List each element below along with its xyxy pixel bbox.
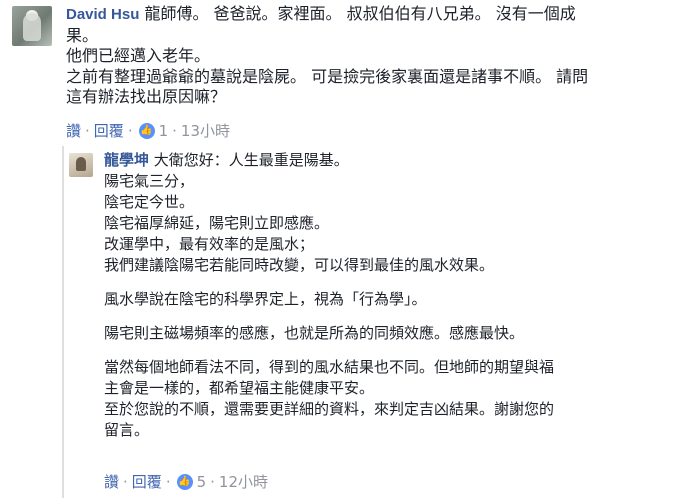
reply-text-line: 陽宅氣三分， [104,172,195,190]
comment-text-line: 之前有整理過爺爺的墓說是陰屍。 可是撿完後家裏面還是諸事不順。 請問 [66,66,589,86]
separator-dot: · [210,472,215,491]
reply-text-line: 留言。 [104,421,150,439]
comment-first-line: David Hsu 龍師傅。 爸爸說。家裡面。 叔叔伯伯有八兄弟。 沒有一個成 [66,4,671,26]
separator-dot: · [127,121,133,140]
reply-actions: 讚 · 回覆 · 👍 5 · 12小時 [104,471,268,492]
separator-dot: · [85,121,90,140]
like-link[interactable]: 讚 [66,120,81,141]
main-comment: David Hsu 龍師傅。 爸爸說。家裡面。 叔叔伯伯有八兄弟。 沒有一個成 … [66,4,671,108]
reply-text-line: 陽宅則主磁場頻率的感應，也就是所為的同頻效應。感應最快。 [104,324,525,342]
reply-text-line: 當然每個地師看法不同，得到的風水結果也不同。但地師的期望與福 [104,358,555,376]
comment-text-line: 這有辦法找出原因嘛？ [66,87,227,106]
separator-dot: · [165,472,171,491]
like-count[interactable]: 5 [197,473,207,491]
reply-comment: 龍學坤 大衛您好：人生最重是陽基。 陽宅氣三分， 陰宅定今世。 陰宅福厚綿延，陽… [104,150,674,441]
like-count[interactable]: 1 [159,122,169,140]
like-link[interactable]: 讚 [104,471,119,492]
reply-text-line: 至於您說的不順，還需要更詳細的資料，來判定吉凶結果。謝謝您的 [104,400,555,418]
comment-text-line: 果。 [66,25,99,45]
thumbs-up-icon[interactable]: 👍 [176,473,193,490]
avatar-figure [76,157,86,171]
reply-text-line: 風水學說在陰宅的科學界定上，視為「行為學」。 [104,290,427,308]
thumbs-up-icon[interactable]: 👍 [138,122,155,139]
reply-text-line: 我們建議陰陽宅若能同時改變，可以得到最佳的風水效果。 [104,256,495,274]
comment-actions: 讚 · 回覆 · 👍 1 · 13小時 [66,120,230,141]
reply-thread-border [62,146,64,498]
reply-link[interactable]: 回覆 [132,471,162,492]
reply-text-line: 大衛您好：人生最重是陽基。 [153,151,349,169]
comment-text-line: 龍師傅。 爸爸說。家裡面。 叔叔伯伯有八兄弟。 沒有一個成 [144,4,576,23]
reply-author[interactable]: 龍學坤 [104,151,149,169]
timestamp[interactable]: 12小時 [219,471,268,492]
reply-text-line: 主會是一樣的，都希望福主能健康平安。 [104,379,375,397]
reply-text-line: 改運學中，最有效率的是風水； [104,235,315,253]
avatar-figure [23,13,41,41]
separator-dot: · [123,472,128,491]
reply-avatar[interactable] [69,153,93,177]
comment-author[interactable]: David Hsu [66,6,139,23]
comment-text-line: 他們已經邁入老年。 [66,46,211,65]
avatar[interactable] [12,6,52,46]
separator-dot: · [172,121,177,140]
timestamp[interactable]: 13小時 [181,120,230,141]
reply-text-line: 陰宅定今世。 [104,193,195,211]
reply-text-line: 陰宅福厚綿延，陽宅則立即感應。 [104,214,330,232]
reply-link[interactable]: 回覆 [94,120,124,141]
reply-first-line: 龍學坤 大衛您好：人生最重是陽基。 [104,150,674,171]
